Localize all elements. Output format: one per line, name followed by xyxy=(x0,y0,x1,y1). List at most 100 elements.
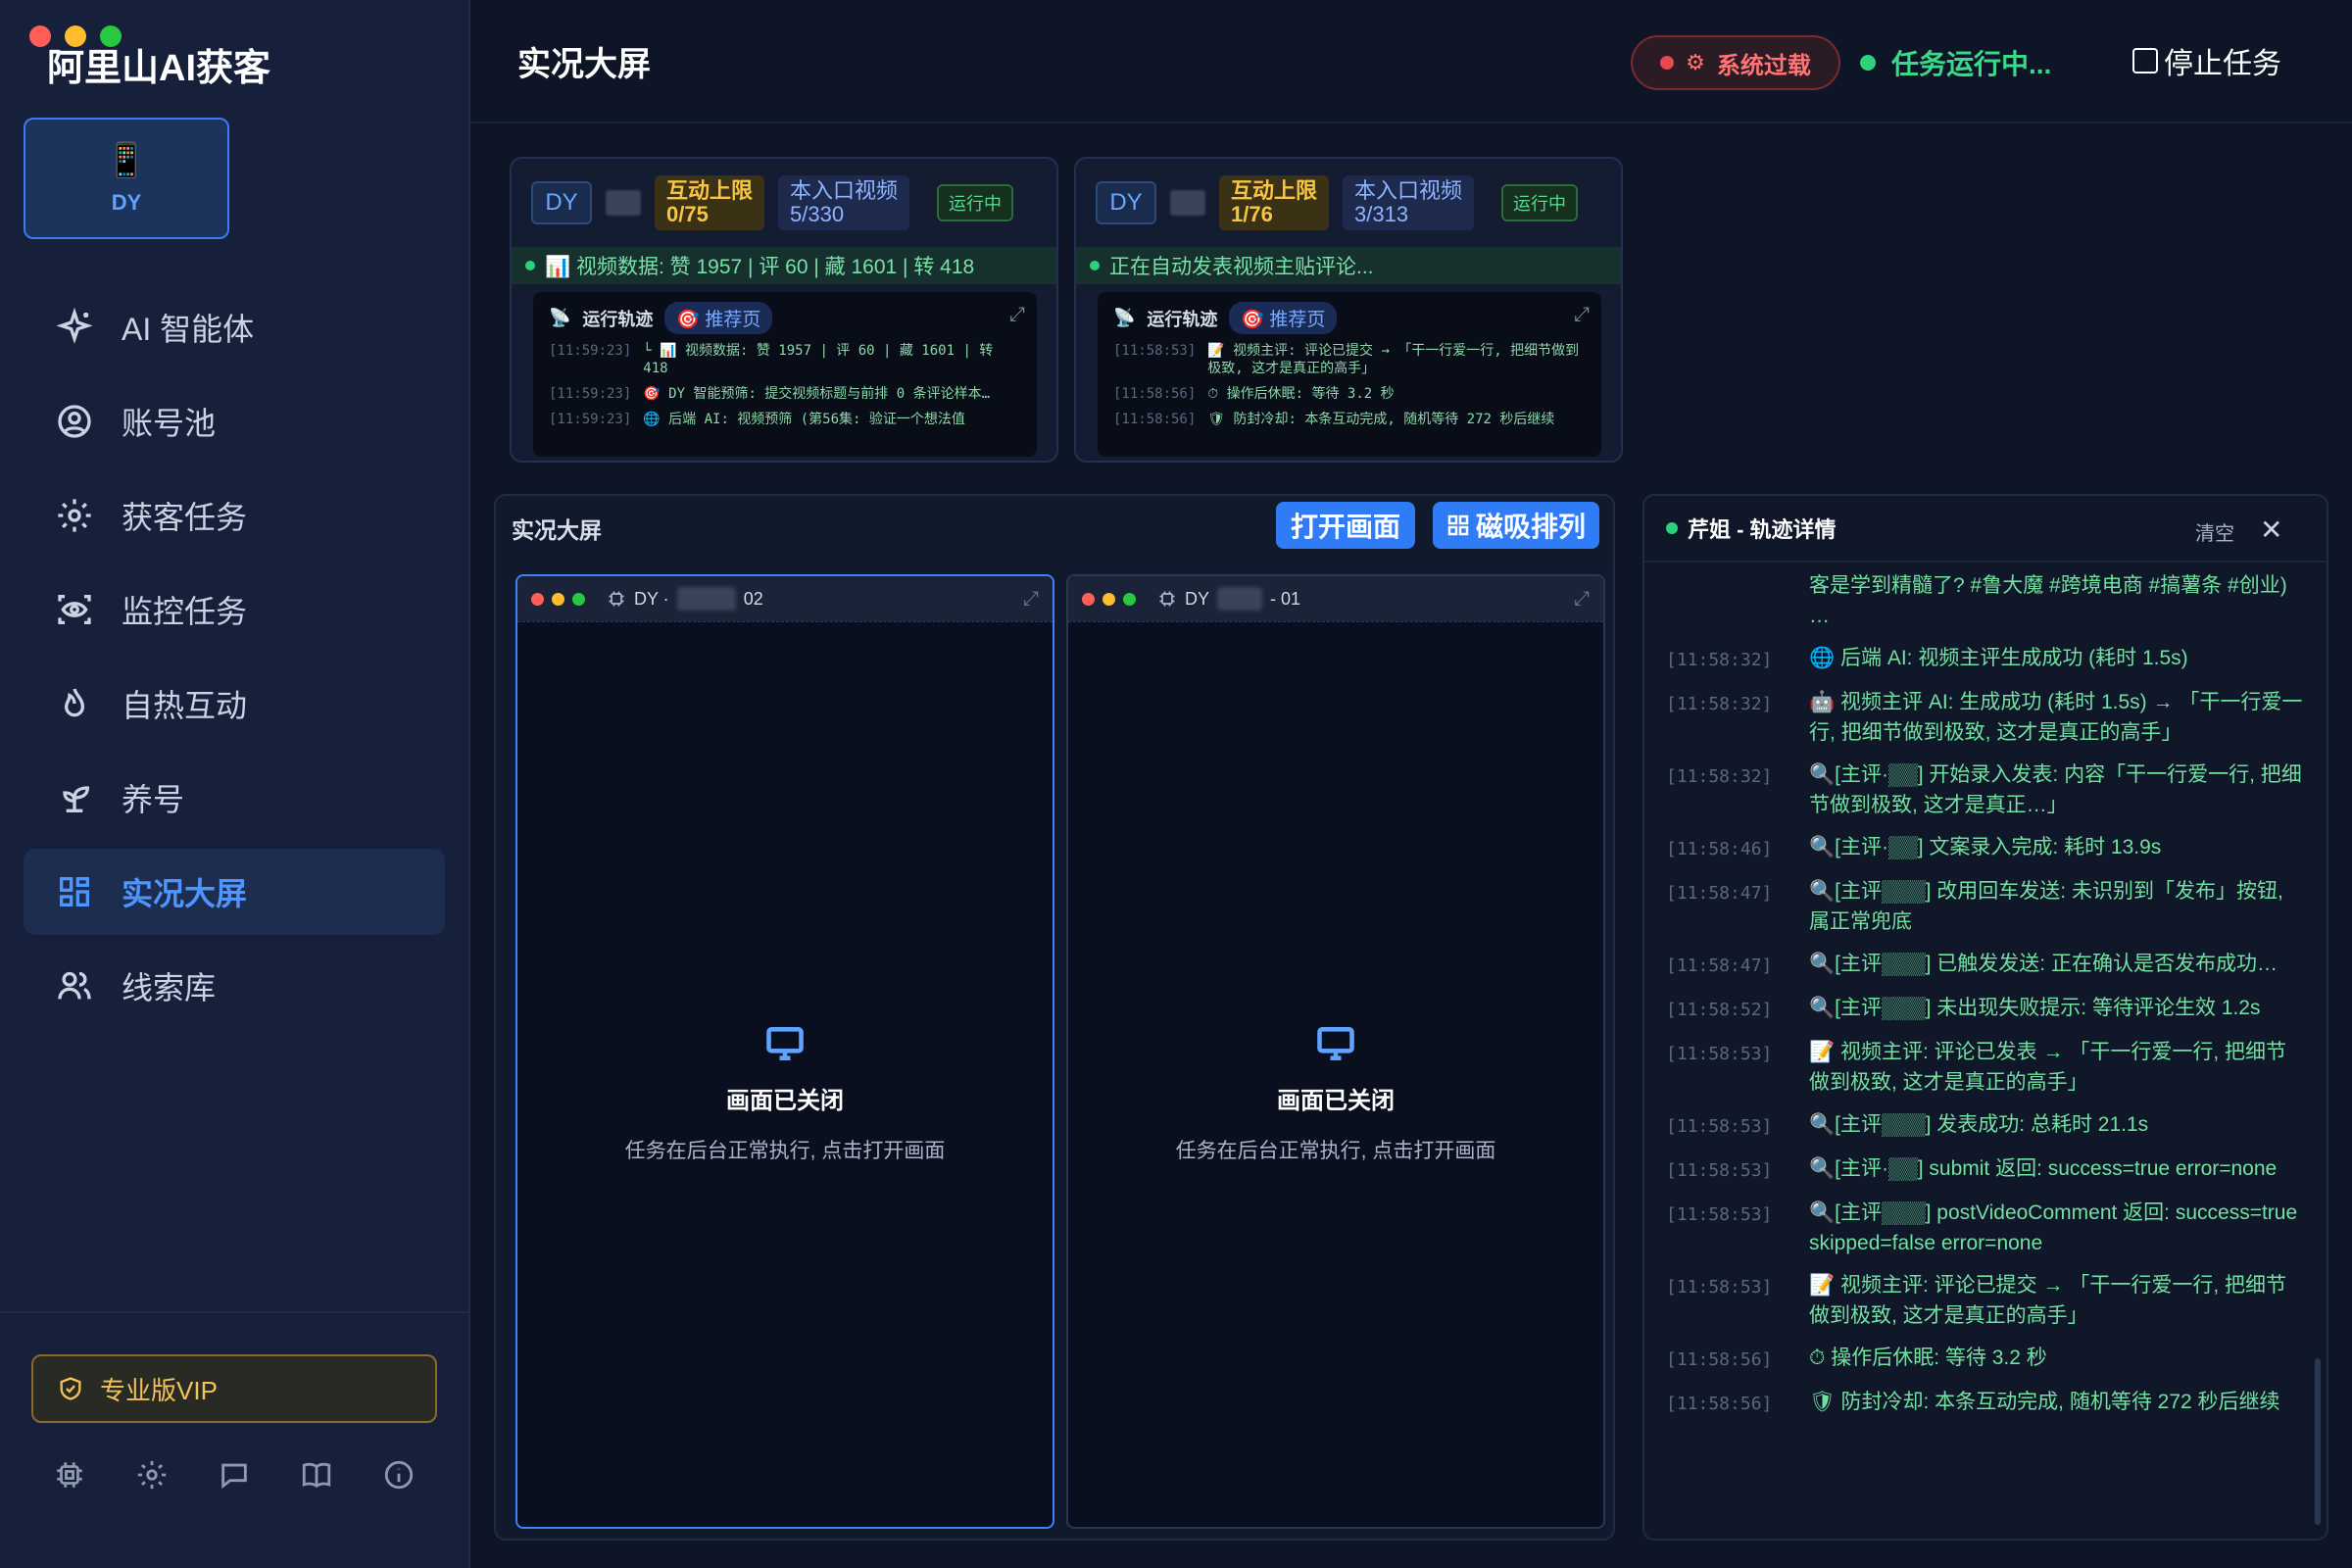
log-line: [11:58:53] 📝 视频主评: 评论已提交 → 「干一行爱一行, 把细节做到… xyxy=(1666,1274,2286,1327)
task-card-header: DY 互动上限 1/76 本入口视频 3/313 运行中 xyxy=(1076,159,1621,247)
sidebar-nav: AI 智能体 账号池 获客任务 监控任务 自热互动 养号 实况大屏 线索库 xyxy=(24,284,445,1037)
log-line: [11:59:23] 🎯 DY 智能预筛: 提交视频标题与前排 0 条评论样本… xyxy=(549,386,991,402)
task-card[interactable]: DY 互动上限 0/75 本入口视频 5/330 运行中 📊 视频数据: 赞 195… xyxy=(510,157,1058,463)
sparkle-icon xyxy=(56,308,93,344)
sidebar-item-label: 线索库 xyxy=(122,970,217,1005)
sidebar-item-ai-agent[interactable]: AI 智能体 xyxy=(24,284,445,370)
maximize-dot-icon[interactable] xyxy=(1123,592,1136,606)
closed-title: 画面已关闭 xyxy=(1277,1088,1395,1114)
scrollbar[interactable] xyxy=(2315,1358,2321,1525)
entry-video-tag: 本入口视频 5/330 xyxy=(778,175,910,230)
status-text: 正在自动发表视频主贴评论... xyxy=(1109,256,1374,278)
log-line: [11:58:52] 🔍[主评▒▒▒] 未出现失败提示: 等待评论生效 1.2s xyxy=(1666,997,2261,1020)
expand-icon[interactable]: ⤢ xyxy=(1574,304,1590,326)
maximize-dot-icon[interactable] xyxy=(572,592,585,606)
platform-badge: DY xyxy=(1096,181,1156,224)
closed-hint: 任务在后台正常执行, 点击打开画面 xyxy=(624,1140,946,1162)
chip-icon xyxy=(1159,591,1175,607)
screen-header: DY - 01 xyxy=(1068,576,1603,621)
log-line: [11:59:23] └ 📊 视频数据: 赞 1957 | 评 60 | 藏 16… xyxy=(549,343,994,376)
sidebar-item-acquire-tasks[interactable]: 获客任务 xyxy=(24,472,445,559)
screen-window[interactable]: DY - 01 ⤢ 画面已关闭 任务在后台正常执行, 点击打开画面 xyxy=(1066,574,1605,1529)
log-line: [11:58:32] 🌐 后端 AI: 视频主评生成成功 (耗时 1.5s) xyxy=(1666,647,2188,670)
close-dot-icon[interactable] xyxy=(1082,592,1095,606)
closed-hint: 任务在后台正常执行, 点击打开画面 xyxy=(1175,1140,1496,1162)
satellite-icon: 📡 xyxy=(549,308,571,327)
snap-layout-button[interactable]: 磁吸排列 xyxy=(1433,502,1599,549)
info-icon[interactable] xyxy=(382,1458,416,1492)
sidebar-item-monitor-tasks[interactable]: 监控任务 xyxy=(24,566,445,653)
task-card-header: DY 互动上限 0/75 本入口视频 5/330 运行中 xyxy=(512,159,1056,247)
chip-icon[interactable] xyxy=(53,1458,86,1492)
closed-title: 画面已关闭 xyxy=(726,1088,844,1114)
trace-detail-panel: 芹姐 - 轨迹详情 清空 ✕ 客是学到精髓了? #鲁大魔 #跨境电商 #搞薯条 … xyxy=(1642,494,2328,1541)
screen-window[interactable]: DY · 02 ⤢ 画面已关闭 任务在后台正常执行, 点击打开画面 xyxy=(515,574,1054,1529)
task-card[interactable]: DY 互动上限 1/76 本入口视频 3/313 运行中 正在自动发表视频主贴评论.… xyxy=(1074,157,1623,463)
grid-icon xyxy=(60,877,90,906)
sidebar-item-label: 账号池 xyxy=(122,406,217,441)
run-log: 📡 运行轨迹 🎯 推荐页 ⤢ [11:58:53] 📝 视频主评: 评论已提交 →… xyxy=(1098,292,1601,457)
eye-scan-icon xyxy=(58,595,91,624)
user-circle-icon xyxy=(58,405,91,438)
log-line: [11:58:56] ⏱ 操作后休眠: 等待 3.2 秒 xyxy=(1113,386,1395,402)
sidebar-item-account-pool[interactable]: 账号池 xyxy=(24,378,445,465)
account-card-dy[interactable]: 📱 DY xyxy=(24,118,229,239)
run-log: 📡 运行轨迹 🎯 推荐页 ⤢ [11:59:23] └ 📊 视频数据: 赞 195… xyxy=(533,292,1037,457)
top-bar: 实况大屏 xyxy=(470,0,2352,123)
main-content: 实况大屏 ⚙ 系统过载 任务运行中... 停止任务 DY 互动上限 0/75 本入… xyxy=(470,0,2352,1568)
status-dot-icon xyxy=(1090,261,1100,270)
stop-task-checkbox[interactable]: 停止任务 xyxy=(2132,39,2281,82)
chip-icon xyxy=(609,591,624,607)
minimize-dot-icon[interactable] xyxy=(1102,592,1115,606)
sidebar-item-live-screen[interactable]: 实况大屏 xyxy=(24,849,445,935)
expand-icon[interactable]: ⤢ xyxy=(1574,588,1590,611)
sidebar-item-leads[interactable]: 线索库 xyxy=(24,943,445,1029)
status-text: 📊 视频数据: 赞 1957 | 评 60 | 藏 1601 | 转 418 xyxy=(545,256,975,278)
chat-icon[interactable] xyxy=(218,1458,251,1492)
screen-body[interactable]: 画面已关闭 任务在后台正常执行, 点击打开画面 xyxy=(1068,621,1603,1527)
entry-video-tag: 本入口视频 3/313 xyxy=(1343,175,1475,230)
state-badge: 运行中 xyxy=(937,184,1014,221)
sidebar-item-label: 获客任务 xyxy=(122,500,248,535)
book-icon[interactable] xyxy=(300,1458,333,1492)
satellite-icon: 📡 xyxy=(1113,308,1136,327)
sidebar-item-label: 自热互动 xyxy=(122,688,248,723)
monitor-icon xyxy=(766,1027,804,1060)
interaction-limit-tag: 互动上限 0/75 xyxy=(655,175,765,230)
expand-icon[interactable]: ⤢ xyxy=(1009,304,1025,326)
clear-button[interactable]: 清空 xyxy=(2195,517,2234,546)
blurred-account-name xyxy=(1217,587,1263,611)
sidebar-item-nurture[interactable]: 养号 xyxy=(24,755,445,841)
log-line: [11:58:56] ⏱ 操作后休眠: 等待 3.2 秒 xyxy=(1666,1347,2047,1370)
checkbox-icon[interactable] xyxy=(2132,48,2158,74)
log-line: [11:58:32] 🤖 视频主评 AI: 生成成功 (耗时 1.5s) → 「干… xyxy=(1666,691,2303,744)
footer-icons xyxy=(53,1458,416,1492)
log-line: [11:58:53] 🔍[主评·▒▒] submit 返回: success=tr… xyxy=(1666,1157,2278,1181)
settings-icon[interactable] xyxy=(135,1458,169,1492)
log-line: [11:58:47] 🔍[主评▒▒▒] 改用回车发送: 未识别到「发布」按钮, 属… xyxy=(1666,880,2283,933)
interaction-limit-tag: 互动上限 1/76 xyxy=(1219,175,1330,230)
log-line: [11:58:46] 🔍[主评·▒▒] 文案录入完成: 耗时 13.9s xyxy=(1666,836,2162,859)
account-avatar xyxy=(606,190,641,216)
screen-body[interactable]: 画面已关闭 任务在后台正常执行, 点击打开画面 xyxy=(517,621,1053,1527)
system-overload-badge[interactable]: ⚙ 系统过载 xyxy=(1631,35,1840,90)
state-badge: 运行中 xyxy=(1501,184,1579,221)
sidebar: 阿里山AI获客 📱 DY AI 智能体 账号池 获客任务 监控任务 自热互动 养… xyxy=(0,0,470,1568)
panel-title: 实况大屏 xyxy=(512,517,602,543)
task-status-line: 正在自动发表视频主贴评论... xyxy=(1076,247,1621,284)
sidebar-item-self-interact[interactable]: 自热互动 xyxy=(24,661,445,747)
overload-label: 系统过载 xyxy=(1716,52,1811,79)
close-icon[interactable]: ✕ xyxy=(2260,514,2282,546)
expand-icon[interactable]: ⤢ xyxy=(1023,588,1039,611)
blurred-account-name xyxy=(676,587,736,611)
vip-badge[interactable]: 专业版VIP xyxy=(31,1354,437,1423)
screen-suffix: 02 xyxy=(743,588,763,609)
phone-icon: 📱 xyxy=(105,142,148,179)
page-tag: 🎯 推荐页 xyxy=(664,302,773,334)
open-screen-button[interactable]: 打开画面 xyxy=(1276,502,1415,549)
log-line: [11:58:53] 📝 视频主评: 评论已发表 → 「干一行爱一行, 把细节做到… xyxy=(1666,1041,2286,1094)
close-dot-icon[interactable] xyxy=(531,592,544,606)
minimize-dot-icon[interactable] xyxy=(552,592,564,606)
log-continuation: 客是学到精髓了? #鲁大魔 #跨境电商 #搞薯条 #创业) … xyxy=(1809,574,2287,627)
flame-icon xyxy=(64,688,85,717)
